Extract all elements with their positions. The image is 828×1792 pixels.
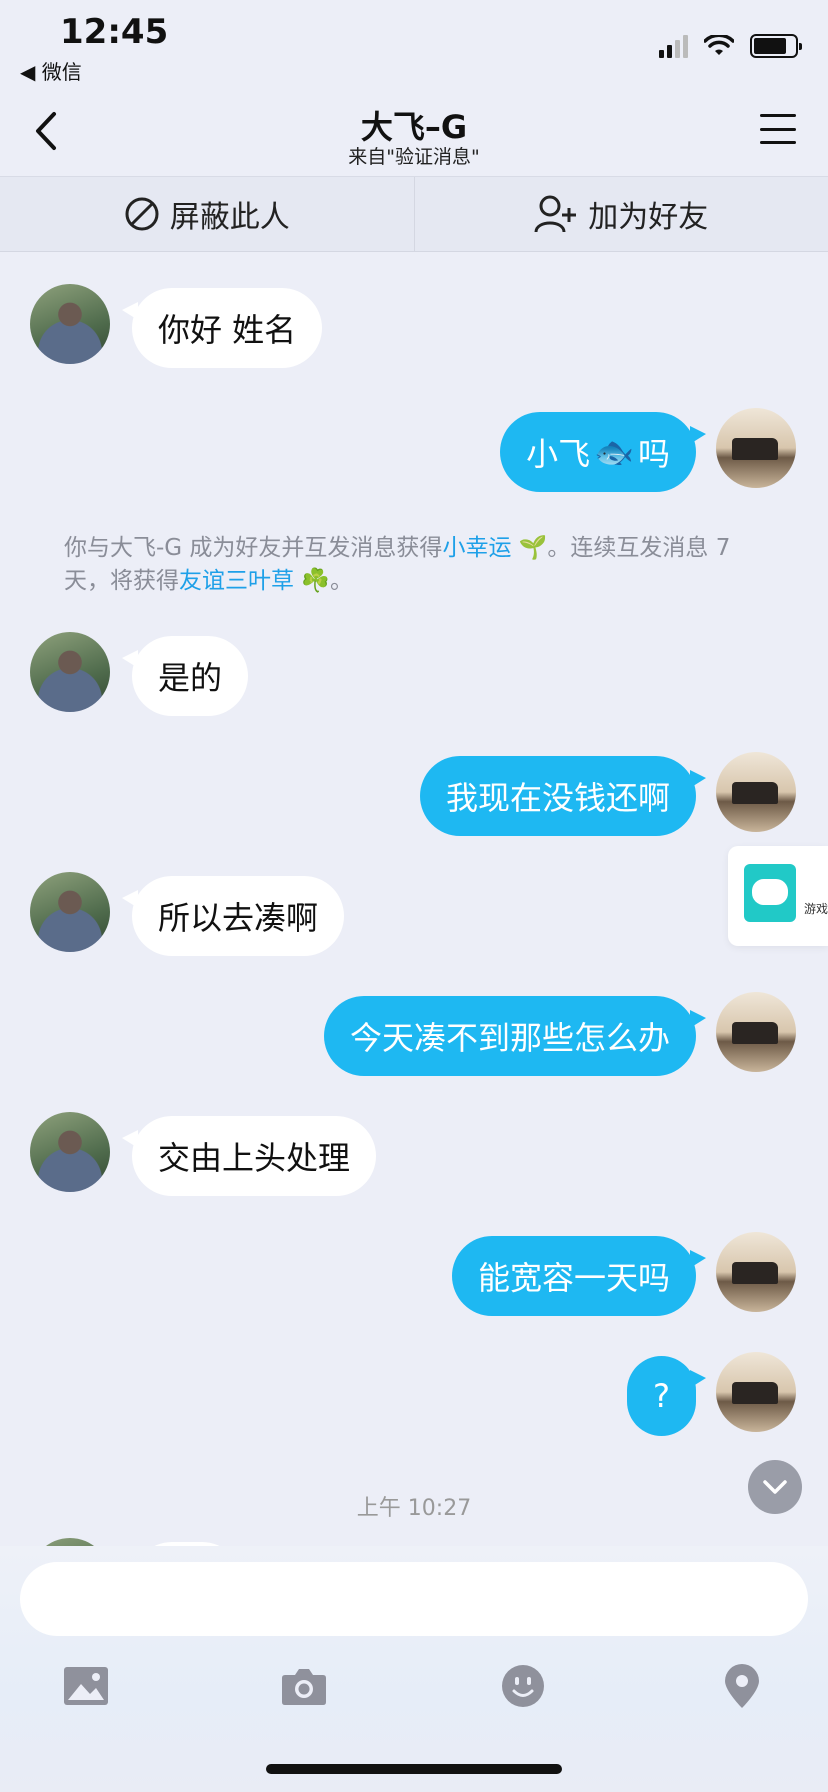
block-user-label: 屏蔽此人 bbox=[169, 200, 290, 235]
system-message-text: 。 bbox=[329, 568, 353, 594]
message-text: 交由上头处理 bbox=[158, 1139, 351, 1177]
my-avatar[interactable] bbox=[716, 1232, 796, 1312]
status-icons bbox=[659, 34, 802, 58]
status-bar: 12:45 ◀ 微信 bbox=[0, 0, 828, 86]
menu-button[interactable] bbox=[760, 114, 796, 144]
sprout-emoji: 🌱 bbox=[518, 535, 548, 561]
contact-avatar[interactable] bbox=[30, 1538, 110, 1546]
emoji-button[interactable] bbox=[493, 1656, 553, 1716]
system-message-text: 你与大飞-G 成为好友并互发消息获得 bbox=[64, 535, 443, 561]
block-user-button[interactable]: 屏蔽此人 bbox=[0, 177, 414, 251]
message-text: 小飞 bbox=[526, 435, 591, 473]
message-text: 所以去凑啊 bbox=[158, 899, 319, 937]
message-text: 你好 姓名 bbox=[158, 311, 297, 349]
message-bubble-outgoing[interactable]: 今天凑不到那些怎么办 bbox=[323, 996, 707, 1076]
message-bubble-outgoing[interactable]: 我现在没钱还啊 bbox=[419, 756, 707, 836]
add-friend-label: 加为好友 bbox=[588, 200, 709, 235]
message-bubble-incoming[interactable]: 交由上头处理 bbox=[121, 1116, 377, 1196]
location-button[interactable] bbox=[712, 1656, 772, 1716]
system-message: 你与大飞-G 成为好友并互发消息获得小幸运 🌱。连续互发消息 7 天，将获得友谊… bbox=[64, 532, 776, 598]
composer-toolbar bbox=[0, 1656, 828, 1736]
chat-subtitle: 来自"验证消息" bbox=[348, 146, 480, 168]
action-bar: 屏蔽此人 加为好友 bbox=[0, 176, 828, 252]
message-text: ? bbox=[653, 1377, 670, 1415]
contact-avatar[interactable] bbox=[30, 872, 110, 952]
lucky-link[interactable]: 小幸运 bbox=[442, 535, 511, 561]
add-friend-icon bbox=[534, 195, 577, 233]
contact-avatar[interactable] bbox=[30, 284, 110, 364]
contact-avatar[interactable] bbox=[30, 1112, 110, 1192]
my-avatar[interactable] bbox=[716, 992, 796, 1072]
camera-icon bbox=[282, 1669, 326, 1705]
wifi-icon bbox=[704, 35, 734, 55]
message-text: 今天凑不到那些怎么办 bbox=[349, 1019, 670, 1057]
emoji-icon bbox=[502, 1665, 544, 1707]
add-friend-button[interactable]: 加为好友 bbox=[413, 177, 828, 251]
message-input[interactable] bbox=[20, 1562, 808, 1636]
image-button[interactable] bbox=[56, 1656, 116, 1716]
message-bubble-outgoing[interactable]: 小飞 🐟 吗 bbox=[500, 412, 706, 492]
clover-emoji: ☘️ bbox=[301, 568, 330, 594]
my-avatar[interactable] bbox=[716, 408, 796, 488]
game-floating-tab[interactable]: 游戏 bbox=[728, 846, 828, 946]
nav-bar: 大飞–G 来自"验证消息" bbox=[0, 86, 828, 176]
home-indicator[interactable] bbox=[266, 1764, 562, 1774]
back-to-app-link[interactable]: ◀ 微信 bbox=[20, 56, 82, 85]
fish-emoji: 🐟 bbox=[594, 433, 634, 471]
camera-button[interactable] bbox=[274, 1656, 334, 1716]
message-bubble-outgoing[interactable]: 能宽容一天吗 bbox=[451, 1236, 707, 1316]
scroll-to-bottom-button[interactable] bbox=[748, 1460, 802, 1514]
message-text: 我现在没钱还啊 bbox=[445, 779, 670, 817]
my-avatar[interactable] bbox=[716, 1352, 796, 1432]
message-text: 吗 bbox=[637, 435, 670, 473]
image-icon bbox=[64, 1667, 108, 1705]
signal-icon bbox=[659, 34, 688, 58]
location-icon bbox=[725, 1664, 759, 1708]
message-bubble-incoming[interactable]: 是的 bbox=[121, 636, 249, 716]
gamepad-icon bbox=[744, 864, 796, 922]
message-bubble-incoming[interactable]: 你好 姓名 bbox=[121, 288, 323, 368]
message-text: 是的 bbox=[158, 659, 223, 697]
contact-avatar[interactable] bbox=[30, 632, 110, 712]
game-tab-label: 游戏 bbox=[804, 902, 828, 916]
chat-area[interactable]: 你好 姓名 小飞 🐟 吗 你与大飞-G 成为好友并互发消息获得小幸运 🌱。连续互… bbox=[0, 252, 828, 1546]
time-separator: 上午 10:27 bbox=[356, 1496, 472, 1521]
status-time: 12:45 bbox=[60, 12, 169, 52]
message-bubble-outgoing[interactable]: ? bbox=[627, 1356, 706, 1436]
message-text: 能宽容一天吗 bbox=[477, 1259, 670, 1297]
battery-icon bbox=[750, 34, 802, 58]
message-bubble-incoming[interactable]: 所以去凑啊 bbox=[121, 876, 345, 956]
block-icon bbox=[125, 197, 159, 231]
chevron-down-icon bbox=[763, 1480, 787, 1494]
my-avatar[interactable] bbox=[716, 752, 796, 832]
composer bbox=[0, 1546, 828, 1792]
clover-link[interactable]: 友谊三叶草 bbox=[179, 568, 294, 594]
